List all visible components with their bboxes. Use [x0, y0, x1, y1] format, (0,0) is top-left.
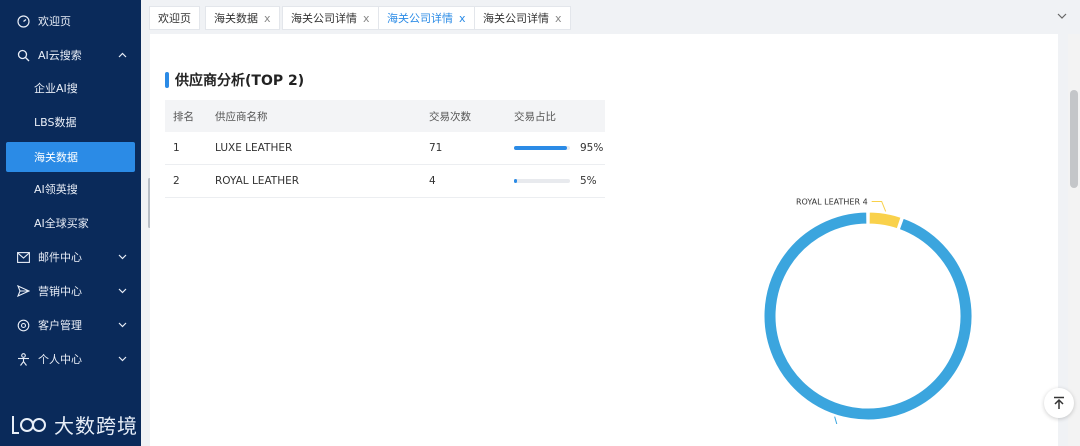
tab-label: 海关数据 [214, 12, 258, 25]
tab-customs-data[interactable]: 海关数据 x [205, 6, 280, 30]
arrow-up-to-top-icon [1054, 396, 1064, 409]
tabs-dropdown-chevron-icon[interactable] [1056, 10, 1068, 22]
share-progress-fill [514, 146, 568, 150]
tab-company-detail[interactable]: 海关公司详情 x [474, 6, 571, 30]
sidebar-subitem-ai-global-buyers[interactable]: AI全球买家 [0, 208, 141, 238]
share-percent: 95% [580, 142, 604, 154]
cell-share: 5% [514, 175, 605, 187]
sidebar-item-welcome[interactable]: 欢迎页 [0, 6, 141, 36]
sidebar-item-label: 营销中心 [38, 285, 82, 298]
close-icon[interactable]: x [363, 12, 370, 25]
cell-supplier-name[interactable]: ROYAL LEATHER [215, 175, 429, 187]
main-content: 供应商分析(TOP 2) 排名 供应商名称 交易次数 交易占比 1 LUXE L… [150, 34, 1058, 446]
sidebar-subitem-ai-linkedin[interactable]: AI领英搜 [0, 174, 141, 204]
sidebar-subitem-label: 企业AI搜 [34, 82, 78, 95]
donut-slice-luxe-leather[interactable] [763, 211, 973, 421]
cell-rank: 2 [173, 175, 180, 187]
chevron-down-icon [117, 254, 127, 260]
table-row: 2 ROYAL LEATHER 4 5% [165, 165, 605, 198]
sidebar-subitem-label: AI全球买家 [34, 217, 89, 230]
supplier-table: 排名 供应商名称 交易次数 交易占比 1 LUXE LEATHER 71 95%… [165, 100, 605, 198]
tab-bar: 欢迎页 海关数据 x 海关公司详情 x 海关公司详情 x 海关公司详情 x [141, 0, 1080, 34]
sidebar-item-label: AI云搜索 [38, 49, 82, 62]
logo-text: 大数跨境 [54, 414, 138, 438]
close-icon[interactable]: x [459, 12, 466, 25]
sidebar-subitem-lbs[interactable]: LBS数据 [0, 107, 141, 137]
share-progress-bar [514, 146, 570, 150]
section-title-text: 供应商分析(TOP 2) [175, 73, 305, 89]
sidebar-subitem-label: LBS数据 [34, 116, 77, 129]
col-header-share: 交易占比 [514, 110, 556, 123]
sidebar: 欢迎页 AI云搜索 企业AI搜 LBS数据 海关数据 AI领英搜 AI全球买家 … [0, 0, 141, 446]
sidebar-item-mail[interactable]: 邮件中心 [0, 242, 141, 272]
share-progress-bar [514, 179, 570, 183]
col-header-count: 交易次数 [429, 110, 471, 123]
sidebar-subitem-enterprise-ai[interactable]: 企业AI搜 [0, 73, 141, 103]
cell-count: 4 [429, 175, 436, 187]
section-title: 供应商分析(TOP 2) [165, 70, 304, 90]
scrollbar[interactable] [1068, 34, 1080, 446]
title-accent-bar [165, 72, 169, 88]
cell-count: 71 [429, 142, 443, 154]
back-to-top-button[interactable] [1044, 388, 1074, 418]
label-leader-line [871, 200, 887, 212]
search-icon [16, 48, 30, 62]
tab-label: 海关公司详情 [387, 12, 453, 25]
sidebar-item-customers[interactable]: 客户管理 [0, 310, 141, 340]
scrollbar-thumb[interactable] [1070, 90, 1078, 188]
chevron-down-icon [117, 322, 127, 328]
logo-mark-icon [12, 415, 46, 434]
sidebar-item-ai-search[interactable]: AI云搜索 [0, 40, 141, 70]
label-royal-leather: ROYAL LEATHER 4 [796, 197, 868, 206]
sidebar-subitem-label: 海关数据 [34, 151, 78, 164]
sidebar-subitem-label: AI领英搜 [34, 183, 78, 196]
sidebar-item-label: 欢迎页 [38, 15, 71, 28]
cell-share: 95% [514, 142, 605, 154]
tab-label: 海关公司详情 [291, 12, 357, 25]
close-icon[interactable]: x [264, 12, 271, 25]
sidebar-item-marketing[interactable]: 营销中心 [0, 276, 141, 306]
mail-icon [16, 250, 30, 264]
brand-logo: 大数跨境 [10, 410, 138, 439]
chevron-up-icon [117, 52, 127, 58]
col-header-name: 供应商名称 [215, 110, 268, 123]
close-icon[interactable]: x [555, 12, 562, 25]
table-row: 1 LUXE LEATHER 71 95% [165, 132, 605, 165]
tab-company-detail[interactable]: 海关公司详情 x [282, 6, 379, 30]
tab-label: 海关公司详情 [483, 12, 549, 25]
sidebar-subitem-customs-data[interactable]: 海关数据 [6, 142, 135, 172]
send-icon [16, 284, 30, 298]
settings-icon [16, 318, 30, 332]
table-header: 排名 供应商名称 交易次数 交易占比 [165, 100, 605, 132]
person-icon [16, 352, 30, 366]
cell-rank: 1 [173, 142, 180, 154]
sidebar-item-label: 邮件中心 [38, 251, 82, 264]
tab-welcome[interactable]: 欢迎页 [149, 6, 200, 30]
dashboard-icon [16, 14, 30, 28]
sidebar-item-label: 客户管理 [38, 319, 82, 332]
share-progress-fill [514, 179, 517, 183]
donut-slice-royal-leather[interactable] [868, 211, 902, 230]
share-percent: 5% [580, 175, 597, 187]
col-header-rank: 排名 [173, 110, 194, 123]
cell-supplier-name[interactable]: LUXE LEATHER [215, 142, 429, 154]
chevron-down-icon [117, 356, 127, 362]
tab-company-detail-active[interactable]: 海关公司详情 x [378, 6, 475, 30]
sidebar-item-personal[interactable]: 个人中心 [0, 344, 141, 374]
sidebar-item-label: 个人中心 [38, 353, 82, 366]
supplier-donut-chart: ROYAL LEATHER 4LUXE LEATHER 71 [763, 197, 973, 424]
tab-label: 欢迎页 [158, 12, 191, 25]
chevron-down-icon [117, 288, 127, 294]
